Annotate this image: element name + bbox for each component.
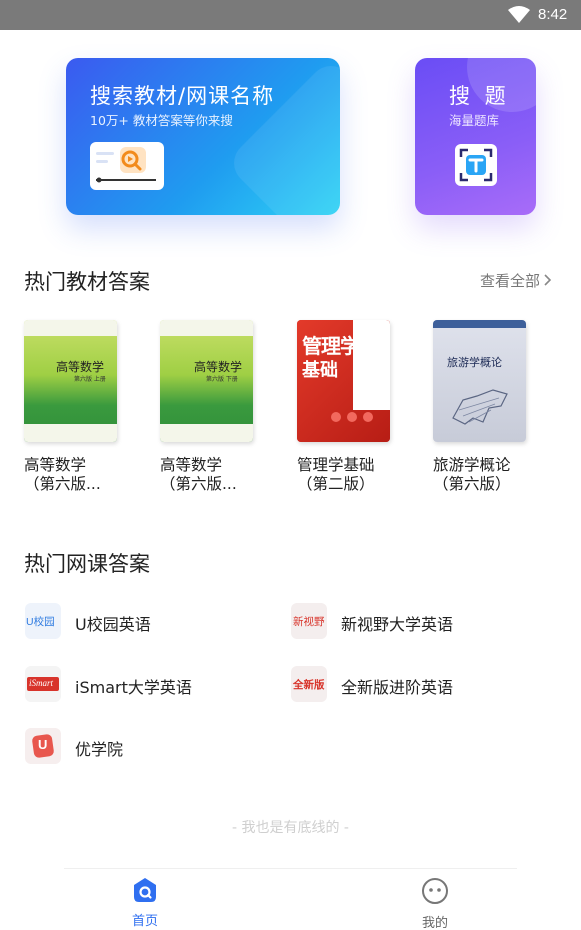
textbook-item[interactable]: 高等数学 第六版 下册 高等数学 （第六版...	[160, 320, 253, 494]
book-cover: 管理学 基础	[297, 320, 390, 442]
book-title: 高等数学 （第六版...	[24, 456, 101, 493]
search-card-subtitle: 10万+ 教材答案等你来搜	[90, 113, 233, 128]
ulearning-logo-icon: U	[25, 728, 61, 764]
smiley-profile-icon	[422, 878, 448, 904]
search-textbook-card[interactable]: 搜索教材/网课名称 10万+ 教材答案等你来搜	[66, 58, 340, 215]
book-title: 高等数学 （第六版...	[160, 456, 237, 493]
u-campus-logo-icon: U校园	[25, 603, 61, 639]
textbook-item[interactable]: 旅游学概论 旅游学概论 （第六版）	[433, 320, 526, 494]
new-horizon-logo-icon: 新视野	[291, 603, 327, 639]
course-name: U校园英语	[75, 615, 151, 634]
wifi-icon	[508, 6, 530, 23]
course-name: 优学院	[75, 740, 124, 759]
ismart-logo-icon: iSmart	[25, 666, 61, 702]
photo-card-title: 搜 题	[449, 84, 510, 108]
tab-home-label: 首页	[131, 914, 158, 929]
chevron-right-icon	[544, 272, 552, 290]
photo-card-subtitle: 海量题库	[449, 113, 500, 128]
tab-mine-label: 我的	[421, 916, 448, 930]
tab-mine[interactable]: 我的	[405, 877, 465, 930]
textbook-item[interactable]: 高等数学 第六版 上册 高等数学 （第六版...	[24, 320, 117, 494]
search-illustration-icon	[90, 142, 164, 190]
textbook-item[interactable]: 管理学 基础 管理学基础 （第二版）	[297, 320, 390, 494]
see-all-link[interactable]: 查看全部	[480, 270, 552, 291]
status-time: 8:42	[538, 6, 568, 23]
book-cover: 旅游学概论	[433, 320, 526, 442]
courses-heading: 热门网课答案	[24, 552, 150, 576]
book-cover: 高等数学 第六版 上册	[24, 320, 117, 442]
textbooks-heading: 热门教材答案	[24, 270, 150, 294]
book-title: 管理学基础 （第二版）	[297, 456, 375, 493]
end-of-list-note: - 我也是有底线的 -	[231, 820, 349, 836]
search-card-title: 搜索教材/网课名称	[90, 84, 275, 108]
scan-text-icon	[455, 144, 497, 186]
bottom-tab-bar: 首页 我的	[64, 868, 517, 930]
course-name: iSmart大学英语	[75, 678, 192, 697]
horse-illustration	[452, 389, 508, 425]
new-edition-logo-icon: 全新版	[291, 666, 327, 702]
see-all-label: 查看全部	[480, 272, 541, 290]
home-search-icon	[134, 878, 156, 902]
book-cover: 高等数学 第六版 下册	[160, 320, 253, 442]
book-title: 旅游学概论 （第六版）	[433, 456, 511, 493]
course-name: 全新版进阶英语	[341, 678, 454, 697]
photo-search-card[interactable]: 搜 题 海量题库	[415, 58, 536, 215]
tab-home[interactable]: 首页	[115, 877, 175, 929]
course-name: 新视野大学英语	[341, 615, 454, 634]
status-bar: 8:42	[0, 0, 581, 30]
